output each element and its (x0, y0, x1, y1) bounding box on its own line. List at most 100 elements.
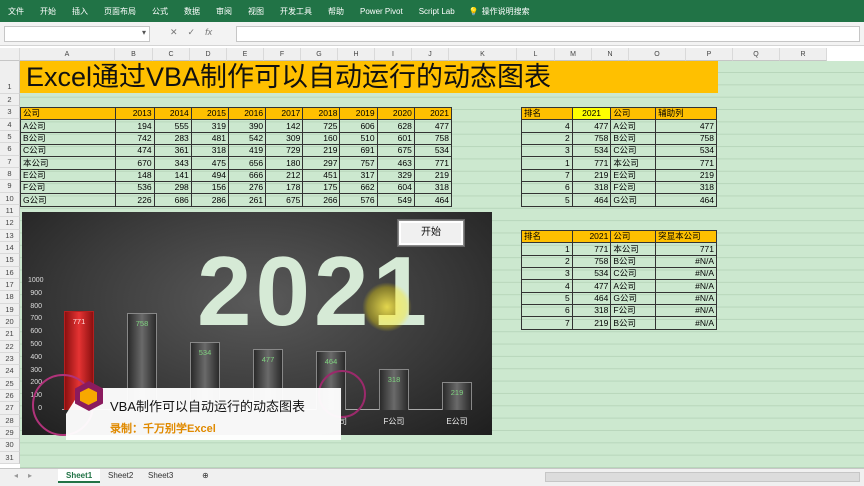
highlight-table-cell[interactable]: 5 (521, 291, 573, 306)
main-table-cell[interactable]: 319 (190, 119, 229, 133)
main-table-cell[interactable]: 534 (413, 144, 453, 158)
enter-icon[interactable]: ✓ (188, 27, 196, 38)
row-header-4[interactable]: 4 (0, 118, 20, 131)
highlight-table-cell[interactable]: 219 (571, 316, 612, 330)
main-table-cell[interactable]: 725 (302, 119, 341, 133)
rank-table-cell[interactable]: 318 (655, 181, 717, 195)
row-header-25[interactable]: 25 (0, 377, 20, 390)
ribbon-tab-3[interactable]: 页面布局 (96, 6, 144, 17)
row-header-30[interactable]: 30 (0, 439, 20, 452)
main-table-cell[interactable]: 628 (376, 119, 415, 133)
main-table-cell[interactable]: 549 (376, 193, 415, 207)
main-table-cell[interactable]: 178 (265, 181, 304, 195)
main-table-cell[interactable]: 662 (339, 181, 378, 195)
main-table-cell[interactable]: 390 (227, 119, 267, 133)
row-header-13[interactable]: 13 (0, 229, 20, 242)
table-row[interactable]: 5 464 G公司 #N/A (521, 291, 717, 306)
highlight-table-cell[interactable]: #N/A (655, 267, 717, 281)
main-table-cell[interactable]: G公司 (19, 193, 117, 207)
main-table-cell[interactable]: 494 (190, 168, 229, 183)
highlight-table-cell[interactable]: B公司 (610, 316, 657, 330)
main-table-cell[interactable]: 686 (153, 193, 192, 207)
rank-table-cell[interactable]: 758 (655, 131, 717, 146)
tab-sheet2[interactable]: Sheet2 (100, 469, 141, 483)
row-header-9[interactable]: 9 (0, 180, 20, 193)
main-table-cell[interactable]: 329 (376, 168, 415, 183)
main-table-cell[interactable]: 691 (339, 144, 378, 158)
main-table-cell[interactable]: 180 (265, 156, 304, 170)
table-row[interactable]: G公司 226 686 286 261 675 266 576 549 464 (19, 193, 453, 207)
table-row[interactable]: 1 771 本公司 771 (521, 156, 717, 170)
main-table-cell[interactable]: B公司 (19, 131, 117, 146)
table-row[interactable]: F公司 536 298 156 276 178 175 662 604 318 (19, 181, 453, 195)
add-sheet-icon[interactable]: ⊕ (194, 469, 217, 483)
rank-table-cell[interactable]: 464 (571, 193, 612, 207)
main-table-cell[interactable]: 309 (265, 131, 304, 146)
rank-table-cell[interactable]: 771 (571, 156, 612, 170)
column-header-J[interactable]: J (412, 48, 449, 61)
main-table-cell[interactable]: 297 (302, 156, 341, 170)
scroll-right-icon[interactable]: ▸ (20, 469, 40, 483)
cancel-icon[interactable]: ✕ (170, 27, 178, 38)
main-table-cell[interactable]: 758 (413, 131, 453, 146)
row-header-19[interactable]: 19 (0, 303, 20, 316)
main-table-cell[interactable]: 675 (376, 144, 415, 158)
rank-table-cell[interactable]: 534 (655, 144, 717, 158)
column-header-F[interactable]: F (264, 48, 301, 61)
table-row[interactable]: A公司 194 555 319 390 142 725 606 628 477 (19, 119, 453, 133)
main-table-cell[interactable]: 219 (302, 144, 341, 158)
row-header-10[interactable]: 10 (0, 192, 20, 205)
main-table-cell[interactable]: 261 (227, 193, 267, 207)
rank-table-cell[interactable]: 318 (571, 181, 612, 195)
highlight-table-cell[interactable]: 758 (571, 254, 612, 269)
column-header-R[interactable]: R (780, 48, 827, 61)
row-header-31[interactable]: 31 (0, 451, 20, 464)
ribbon-tab-2[interactable]: 插入 (64, 6, 96, 17)
row-header-28[interactable]: 28 (0, 414, 20, 427)
main-table-cell[interactable]: 298 (153, 181, 192, 195)
highlight-table-cell[interactable]: 464 (571, 291, 612, 306)
rank-table-cell[interactable]: 本公司 (610, 156, 657, 170)
ribbon-tab-7[interactable]: 视图 (240, 6, 272, 17)
column-header-A[interactable]: A (20, 48, 115, 61)
main-table-cell[interactable]: 675 (265, 193, 304, 207)
highlight-table-cell[interactable]: 771 (655, 242, 717, 256)
main-table-cell[interactable]: 555 (153, 119, 192, 133)
row-header-17[interactable]: 17 (0, 278, 20, 292)
main-table-cell[interactable]: 317 (339, 168, 378, 183)
main-table-cell[interactable]: 318 (413, 181, 453, 195)
rank-table-cell[interactable]: A公司 (610, 119, 657, 133)
row-header-7[interactable]: 7 (0, 155, 20, 168)
main-table-cell[interactable]: 656 (227, 156, 267, 170)
highlight-table-cell[interactable]: 771 (571, 242, 612, 256)
highlight-table-cell[interactable]: F公司 (610, 304, 657, 318)
rank-table-cell[interactable]: 534 (571, 144, 612, 158)
row-header-8[interactable]: 8 (0, 167, 20, 181)
table-row[interactable]: B公司 742 283 481 542 309 160 510 601 758 (19, 131, 453, 146)
ribbon-tab-5[interactable]: 数据 (176, 6, 208, 17)
main-table-cell[interactable]: 142 (265, 119, 304, 133)
column-header-N[interactable]: N (592, 48, 629, 61)
highlight-table-cell[interactable]: 318 (571, 304, 612, 318)
ribbon-tab-10[interactable]: Power Pivot (352, 7, 411, 16)
main-table-cell[interactable]: 464 (413, 193, 453, 207)
main-table-cell[interactable]: 542 (227, 131, 267, 146)
table-row[interactable]: 本公司 670 343 475 656 180 297 757 463 771 (19, 156, 453, 170)
highlight-table-cell[interactable]: #N/A (655, 254, 717, 269)
main-table-cell[interactable]: 148 (115, 168, 155, 183)
main-table-cell[interactable]: 536 (115, 181, 155, 195)
rank-table-cell[interactable]: 6 (521, 181, 573, 195)
main-table-cell[interactable]: 361 (153, 144, 192, 158)
highlight-table-cell[interactable]: B公司 (610, 254, 657, 269)
rank-table-cell[interactable]: B公司 (610, 131, 657, 146)
row-header-22[interactable]: 22 (0, 340, 20, 353)
table-row[interactable]: 3 534 C公司 #N/A (521, 267, 717, 281)
rank-table-cell[interactable]: 2 (521, 131, 573, 146)
column-header-L[interactable]: L (517, 48, 555, 61)
table-row[interactable]: 6 318 F公司 318 (521, 181, 717, 195)
main-table-cell[interactable]: 463 (376, 156, 415, 170)
main-table-cell[interactable]: 757 (339, 156, 378, 170)
row-header-15[interactable]: 15 (0, 254, 20, 267)
main-table-cell[interactable]: 212 (265, 168, 304, 183)
main-table-cell[interactable]: 481 (190, 131, 229, 146)
